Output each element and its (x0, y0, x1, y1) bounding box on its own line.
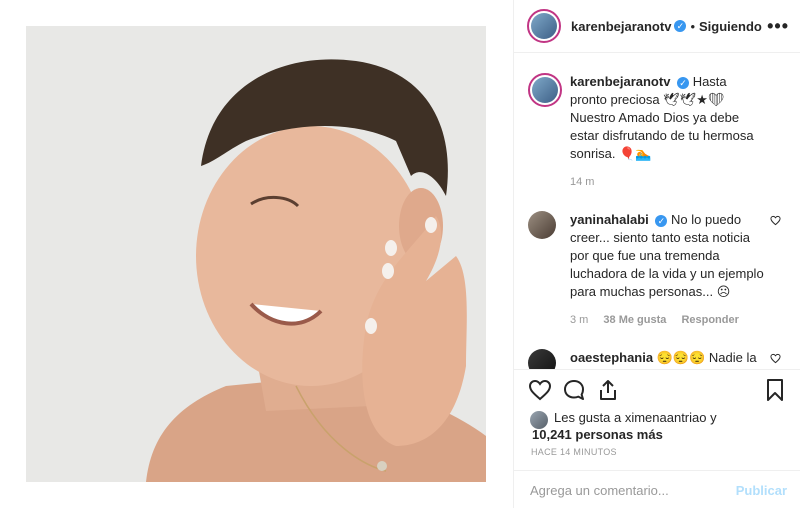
comment-input[interactable]: Agrega un comentario... (530, 483, 669, 498)
comment-list[interactable]: karenbejaranotv ✓ Hasta pronto preciosa … (514, 53, 800, 369)
verified-icon: ✓ (674, 20, 687, 32)
comment-item: oaestephania 😔😔😔 Nadie la compara.... fa… (514, 349, 800, 369)
verified-icon: ✓ (677, 76, 690, 89)
caption: karenbejaranotv ✓ Hasta pronto preciosa … (514, 73, 800, 191)
more-icon[interactable]: ••• (767, 16, 789, 37)
likes-summary: Les gusta a ximenaantriao y 10,241 perso… (514, 409, 800, 443)
caption-username[interactable]: karenbejaranotv (570, 74, 670, 89)
caption-time[interactable]: 14 m (570, 176, 594, 188)
likes-line-1[interactable]: Les gusta a ximenaantriao y (532, 409, 800, 426)
likes-line-2[interactable]: 10,241 personas más (532, 426, 800, 443)
reply-button[interactable]: Responder (681, 314, 738, 326)
comment-like-icon[interactable] (770, 215, 781, 226)
commenter-avatar[interactable] (528, 211, 556, 239)
publish-button[interactable]: Publicar (736, 483, 787, 498)
comment-username[interactable]: oaestephania (570, 350, 653, 365)
author-username[interactable]: karenbejaranotv (571, 19, 671, 34)
action-bar (514, 369, 800, 410)
post-panel: karenbejaranotv ✓ • Siguiendo ••• karenb… (513, 0, 800, 508)
caption-avatar[interactable] (528, 73, 562, 107)
caption-meta: 14 m (570, 173, 765, 191)
bookmark-icon[interactable] (763, 378, 787, 402)
separator-dot: • (690, 18, 695, 34)
add-comment-bar: Agrega un comentario... Publicar (514, 470, 800, 509)
comment-icon[interactable] (562, 378, 586, 402)
liker-avatar[interactable] (530, 411, 548, 429)
commenter-avatar[interactable] (528, 349, 556, 369)
post-timestamp[interactable]: HACE 14 MINUTOS (531, 447, 617, 457)
author-avatar[interactable] (527, 9, 561, 43)
follow-status[interactable]: Siguiendo (699, 19, 762, 34)
comment-likes[interactable]: 38 Me gusta (603, 314, 666, 326)
heart-icon[interactable] (528, 378, 552, 402)
comment-time[interactable]: 3 m (570, 314, 588, 326)
photo-pane (0, 0, 513, 508)
comment-item: yaninahalabi ✓ No lo puedo creer... sien… (514, 211, 800, 329)
share-icon[interactable] (596, 378, 620, 402)
portrait-image (26, 26, 486, 482)
comment-username[interactable]: yaninahalabi (570, 212, 649, 227)
verified-icon: ✓ (655, 214, 668, 227)
post-header: karenbejaranotv ✓ • Siguiendo ••• (514, 0, 800, 53)
comment-meta: 3 m 38 Me gusta Responder (570, 311, 765, 329)
post-photo[interactable] (26, 26, 486, 482)
comment-like-icon[interactable] (770, 353, 781, 364)
